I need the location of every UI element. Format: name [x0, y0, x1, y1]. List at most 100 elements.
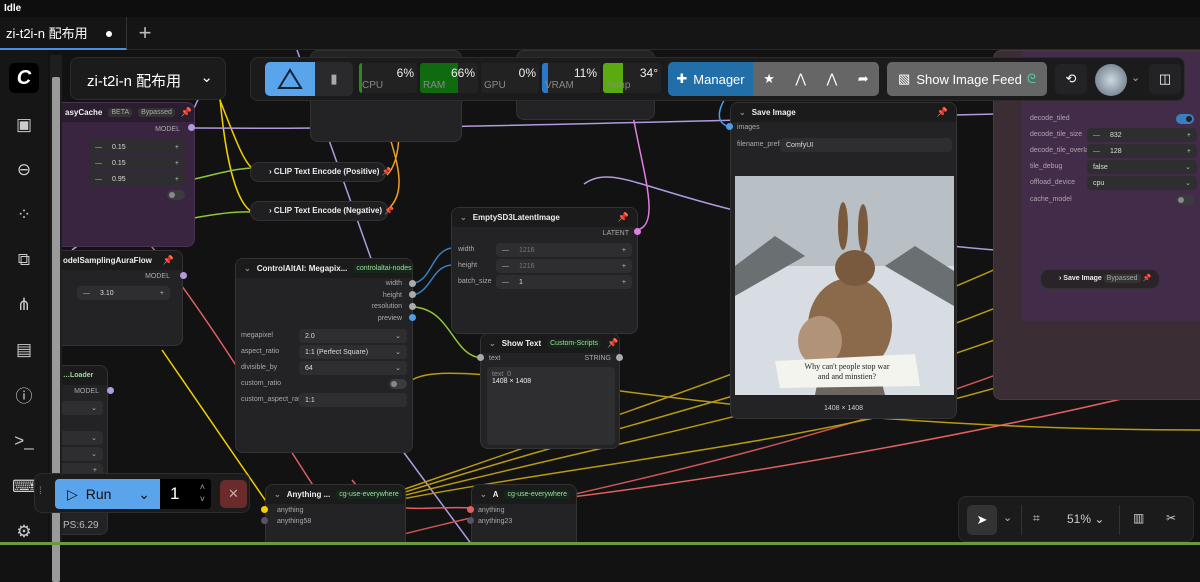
- model-library-icon[interactable]: ⊖: [12, 158, 36, 182]
- node-anything-everywhere[interactable]: ⌄Anything ...cg-use-everywhere📌 anything…: [265, 484, 406, 545]
- widget-3[interactable]: —0.95 +: [89, 172, 185, 186]
- node-save-image[interactable]: ⌄ Save Image 📌 images filename_prefix Comf…: [730, 102, 957, 419]
- history-button[interactable]: ⟲: [1055, 64, 1087, 94]
- crystools-logo-button[interactable]: [265, 62, 315, 96]
- node-emptysd3latentimage[interactable]: ⌄ EmptySD3LatentImage 📌 LATENT width —1216…: [451, 207, 638, 334]
- show-image-feed-button[interactable]: ▧ Show Image Feed ᘓ: [887, 62, 1047, 96]
- socket-anything[interactable]: [467, 506, 474, 513]
- keyboard-icon[interactable]: ⌨: [12, 475, 37, 499]
- node-modelsamplingauraflow[interactable]: odelSamplingAuraFlow 📌 MODEL —3.10 +: [62, 250, 183, 346]
- toggle-panel-button[interactable]: ◫: [1149, 64, 1181, 94]
- workflow-selector[interactable]: zi-t2i-n 配布用 ⌄: [70, 57, 226, 100]
- decode-tile-overlap-widget[interactable]: —128 +: [1087, 144, 1197, 158]
- shift-widget[interactable]: —3.10 +: [77, 286, 170, 300]
- fit-view-icon[interactable]: ⌗: [1033, 511, 1040, 526]
- model-alt-icon[interactable]: ⋀: [827, 71, 838, 87]
- node-save-image-bypassed[interactable]: › Save Image Bypassed 📌: [1040, 269, 1160, 289]
- pin-icon[interactable]: 📌: [607, 338, 618, 349]
- height-widget[interactable]: —1216 +: [496, 259, 632, 273]
- pin-icon[interactable]: 📌: [576, 489, 577, 500]
- pin-icon[interactable]: 📌: [937, 107, 948, 118]
- pin-icon[interactable]: 📌: [181, 107, 192, 118]
- socket-anything23[interactable]: [467, 517, 474, 524]
- manager-button[interactable]: ✚ Manager: [668, 62, 753, 96]
- socket-model-out[interactable]: [180, 272, 187, 279]
- tile-debug-select[interactable]: false ⌄: [1087, 160, 1197, 174]
- socket-text-in[interactable]: [477, 354, 484, 361]
- socket-model-out[interactable]: [107, 387, 114, 394]
- queue-icon[interactable]: ▤: [12, 338, 36, 362]
- cache-model-toggle[interactable]: [1176, 195, 1194, 205]
- settings-icon[interactable]: ⚙: [12, 520, 36, 544]
- select-2[interactable]: ⌄: [62, 431, 103, 445]
- comfy-logo[interactable]: C: [9, 63, 39, 93]
- text-output-area[interactable]: text_0 1408 × 1408: [487, 367, 615, 445]
- node-library-icon[interactable]: ⁘: [12, 203, 36, 227]
- socket-anything58[interactable]: [261, 517, 268, 524]
- divisible-by-select[interactable]: 64 ⌄: [299, 361, 407, 375]
- workflow-name: zi-t2i-n 配布用: [87, 73, 182, 90]
- socket-width[interactable]: [409, 280, 416, 287]
- socket-anything[interactable]: [261, 506, 268, 513]
- bookmark-button[interactable]: ▮: [315, 62, 353, 96]
- chevron-down-icon[interactable]: ⌄: [1003, 511, 1012, 524]
- socket-string-out[interactable]: [616, 354, 623, 361]
- widget-2[interactable]: —0.15 +: [89, 156, 185, 170]
- select-1[interactable]: ⌄: [62, 401, 103, 415]
- socket-images-in[interactable]: [726, 123, 733, 130]
- sidebar-scrollbar[interactable]: [50, 55, 62, 582]
- select-3[interactable]: ⌄: [62, 447, 103, 461]
- pin-icon[interactable]: 📌: [618, 212, 629, 223]
- node-easycache[interactable]: asyCache BETA Bypassed 📌 MODEL —0.15 + —0.15…: [62, 102, 195, 247]
- field-value: 1408 × 1408: [492, 378, 532, 385]
- toggle[interactable]: [167, 190, 185, 200]
- hide-links-icon[interactable]: ✂: [1166, 511, 1176, 525]
- tab-workflow[interactable]: zi-t2i-n 配布用: [0, 17, 127, 50]
- batch-count-input[interactable]: 1 ˄ ˅: [160, 479, 211, 509]
- socket-latent-out[interactable]: [634, 228, 641, 235]
- pin-icon[interactable]: 📌: [163, 255, 174, 266]
- megapixel-select[interactable]: 2.0 ⌄: [299, 329, 407, 343]
- share-icon[interactable]: ➦: [858, 71, 869, 87]
- node-vae-decode-bypassed[interactable]: decode_tiled decode_tile_size —832 + deco…: [993, 50, 1200, 400]
- chevron-down-icon[interactable]: ⌄: [1131, 71, 1140, 84]
- templates-icon[interactable]: ⋔: [12, 293, 36, 317]
- socket-model-out[interactable]: [188, 124, 195, 131]
- workflows-icon[interactable]: ⧉: [12, 248, 36, 272]
- model-icon[interactable]: ⋀: [795, 71, 806, 87]
- run-button[interactable]: ▷ Run ⌄: [55, 479, 160, 509]
- cancel-button[interactable]: ✕: [220, 480, 247, 508]
- select-tool-button[interactable]: ➤: [967, 505, 997, 535]
- socket-preview[interactable]: [409, 314, 416, 321]
- graph-canvas[interactable]: asyCache BETA Bypassed 📌 MODEL —0.15 + —0.15…: [62, 50, 1200, 545]
- star-icon[interactable]: ★: [763, 71, 775, 87]
- decode-tile-size-widget[interactable]: —832 +: [1087, 128, 1197, 142]
- aspect-ratio-select[interactable]: 1:1 (Perfect Square) ⌄: [299, 345, 407, 359]
- node-clip-text-encode-positive[interactable]: › CLIP Text Encode (Positive) 📌: [250, 162, 392, 182]
- terminal-icon[interactable]: >_: [12, 429, 36, 453]
- bypassed-badge: Bypassed: [138, 108, 175, 117]
- filename-prefix-input[interactable]: ComfyUI: [780, 138, 952, 152]
- images-icon[interactable]: ▣: [12, 113, 36, 137]
- user-avatar[interactable]: [1095, 64, 1127, 96]
- custom-aspect-ratio-input[interactable]: 1:1: [299, 393, 407, 407]
- output-image[interactable]: Why can't people stop war and and minsti…: [735, 176, 954, 395]
- minimap-icon[interactable]: ▥: [1133, 511, 1144, 525]
- node-source-badge: Custom-Scripts: [547, 339, 601, 348]
- custom-ratio-toggle[interactable]: [389, 379, 407, 389]
- batch-size-widget[interactable]: —1 +: [496, 275, 632, 289]
- zoom-select[interactable]: 51% ⌄: [1067, 512, 1104, 526]
- drag-handle-icon[interactable]: ⁞: [39, 486, 42, 497]
- help-icon[interactable]: ⓘ: [12, 385, 36, 409]
- node-anything-everywhere-2[interactable]: ⌄Acg-use-everywhere📌 anything anything23: [471, 484, 577, 545]
- new-tab-button[interactable]: +: [134, 20, 156, 46]
- node-show-text[interactable]: ⌄ Show Text Custom-Scripts 📌 text STRING te…: [480, 333, 620, 449]
- socket-height[interactable]: [409, 291, 416, 298]
- decode-tiled-toggle[interactable]: [1176, 114, 1194, 124]
- widget-1[interactable]: —0.15 +: [89, 140, 185, 154]
- offload-device-select[interactable]: cpu ⌄: [1087, 176, 1197, 190]
- width-widget[interactable]: —1216 +: [496, 243, 632, 257]
- node-controlaltai-megapixel[interactable]: ⌄ ControlAltAI: Megapix... controlaltai-no…: [235, 258, 413, 453]
- node-clip-text-encode-negative[interactable]: › CLIP Text Encode (Negative) 📌: [250, 201, 394, 221]
- socket-resolution[interactable]: [409, 303, 416, 310]
